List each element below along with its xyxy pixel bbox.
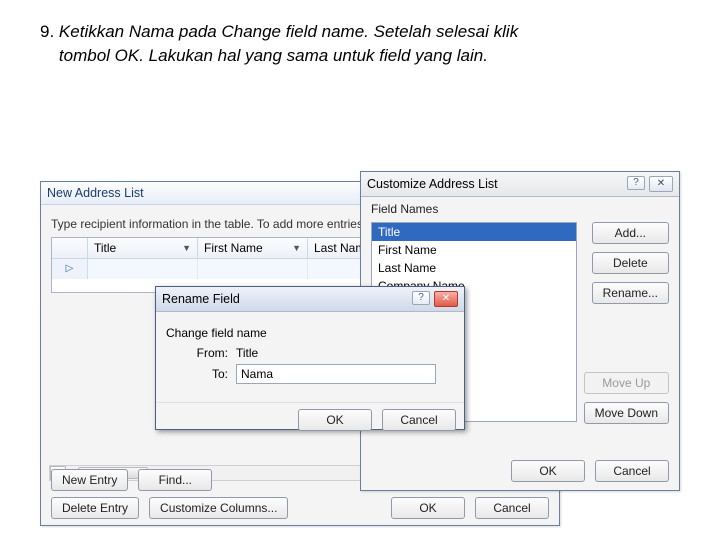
column-header-title[interactable]: Title▼ (88, 238, 198, 258)
nal-cancel-button[interactable]: Cancel (475, 497, 549, 519)
instruction-line-1: Ketikkan Nama pada Change field name. Se… (59, 22, 518, 41)
dialog-title: Customize Address List (367, 177, 498, 191)
help-icon[interactable]: ? (627, 176, 645, 190)
cell-first-name[interactable] (198, 259, 308, 279)
titlebar[interactable]: Customize Address List ? ✕ (361, 172, 679, 197)
delete-button[interactable]: Delete (592, 252, 669, 274)
from-label: From: (184, 346, 228, 360)
row-marker-icon: ▷ (66, 263, 74, 274)
cal-cancel-button[interactable]: Cancel (595, 460, 669, 482)
dialog-title: New Address List (47, 186, 144, 200)
new-entry-button[interactable]: New Entry (51, 469, 128, 491)
instruction-text: 9. Ketikkan Nama pada Change field name.… (0, 0, 720, 78)
close-icon[interactable]: ✕ (434, 291, 458, 307)
titlebar[interactable]: Rename Field ? ✕ (156, 287, 464, 312)
move-up-button[interactable]: Move Up (584, 372, 669, 394)
rename-field-dialog: Rename Field ? ✕ Change field name From:… (155, 286, 465, 430)
group-label: Change field name (166, 326, 454, 340)
list-item[interactable]: Last Name (372, 259, 576, 277)
to-label: To: (184, 367, 228, 381)
help-icon[interactable]: ? (412, 291, 430, 305)
to-input[interactable] (236, 364, 436, 384)
dialog-title: Rename Field (162, 292, 240, 306)
list-item[interactable]: First Name (372, 241, 576, 259)
dropdown-icon[interactable]: ▼ (182, 243, 191, 253)
instruction-number: 9. (40, 22, 54, 41)
close-icon[interactable]: ✕ (649, 176, 673, 192)
cell-title[interactable] (88, 259, 198, 279)
rename-button[interactable]: Rename... (592, 282, 669, 304)
nal-ok-button[interactable]: OK (391, 497, 465, 519)
add-button[interactable]: Add... (592, 222, 669, 244)
cal-ok-button[interactable]: OK (511, 460, 585, 482)
field-names-label: Field Names (371, 202, 438, 216)
find-button[interactable]: Find... (138, 469, 212, 491)
rename-cancel-button[interactable]: Cancel (382, 409, 456, 431)
rename-ok-button[interactable]: OK (298, 409, 372, 431)
dropdown-icon[interactable]: ▼ (292, 243, 301, 253)
column-header-first-name[interactable]: First Name▼ (198, 238, 308, 258)
instruction-line-2: tombol OK. Lakukan hal yang sama untuk f… (59, 46, 488, 65)
delete-entry-button[interactable]: Delete Entry (51, 497, 139, 519)
list-item[interactable]: Title (372, 223, 576, 241)
move-down-button[interactable]: Move Down (584, 402, 669, 424)
from-value: Title (236, 346, 436, 360)
customize-columns-button[interactable]: Customize Columns... (149, 497, 288, 519)
